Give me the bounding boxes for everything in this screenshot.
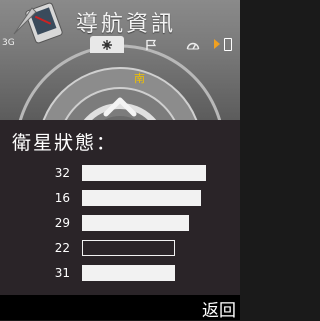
tab-bar (88, 36, 240, 53)
header: 3G 導航資訊 南 (0, 0, 240, 120)
tab-satellite[interactable] (90, 36, 124, 53)
satellite-icon (102, 39, 112, 50)
tab-scroll-arrow-icon[interactable] (214, 39, 220, 49)
flag-icon (146, 39, 157, 50)
network-indicator: 3G (2, 38, 15, 48)
tab-speedometer[interactable] (176, 36, 210, 53)
satellite-status-panel: 衛星狀態： 32 16 29 22 31 (0, 120, 240, 295)
signal-bar (82, 215, 189, 231)
signal-bar (82, 190, 202, 206)
satellite-id: 29 (54, 216, 70, 230)
signal-bar (82, 165, 206, 181)
satellite-row: 29 (0, 215, 240, 231)
satellite-id: 22 (54, 241, 70, 255)
signal-bar (82, 265, 175, 281)
back-button[interactable]: 返回 (202, 296, 236, 321)
panel-title: 衛星狀態： (12, 132, 118, 154)
tab-flag[interactable] (134, 36, 168, 53)
satellite-row: 32 (0, 165, 240, 181)
softkey-bar: 返回 (0, 295, 240, 321)
app-title: 導航資訊 (76, 12, 177, 37)
battery-icon (224, 38, 232, 51)
compass-direction-label: 南 (134, 72, 145, 85)
satellite-id: 32 (54, 166, 70, 180)
satellite-row: 22 (0, 240, 240, 256)
signal-bar (82, 240, 175, 256)
satellite-row: 31 (0, 265, 240, 281)
satellite-id: 16 (54, 191, 70, 205)
navigation-app-icon (13, 2, 63, 44)
satellite-row: 16 (0, 190, 240, 206)
satellite-id: 31 (54, 266, 70, 280)
speedometer-icon (186, 42, 200, 49)
